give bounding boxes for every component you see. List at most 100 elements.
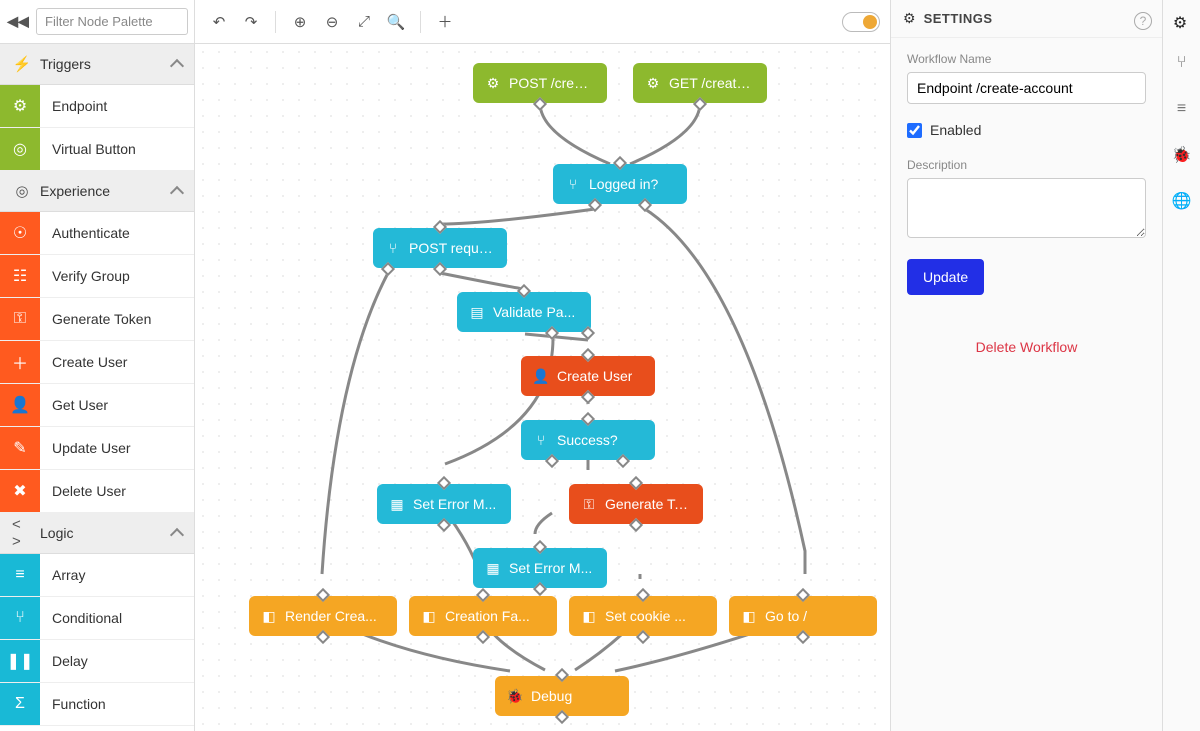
node-create-user[interactable]: 👤 Create User xyxy=(521,356,655,396)
conditional-icon: ⑂ xyxy=(385,240,401,256)
zoom-reset-button[interactable]: 🔍 xyxy=(382,8,410,36)
palette-item-icon: ✎ xyxy=(0,427,40,469)
node-label: Set cookie ... xyxy=(605,608,686,624)
create-user-icon: 👤 xyxy=(533,368,549,384)
add-note-button[interactable]: ＋ xyxy=(431,8,459,36)
workflow-name-input[interactable] xyxy=(907,72,1146,104)
section-label: Triggers xyxy=(40,56,164,72)
palette-item-array[interactable]: ≡Array xyxy=(0,554,194,597)
node-logged-in[interactable]: ⑂ Logged in? xyxy=(553,164,687,204)
rail-globe-icon[interactable]: 🌐 xyxy=(1171,190,1193,212)
palette-item-virtual-button[interactable]: ◎Virtual Button xyxy=(0,128,194,171)
palette-item-create-user[interactable]: ＋Create User xyxy=(0,341,194,384)
palette-item-label: Authenticate xyxy=(40,225,142,241)
palette-item-icon: ⚙ xyxy=(0,85,40,127)
chevron-up-icon xyxy=(170,186,184,200)
canvas-toolbar: ↶ ↷ ⊕ ⊖ ⤢ 🔍 ＋ xyxy=(195,0,890,44)
zoom-in-button[interactable]: ⊕ xyxy=(286,8,314,36)
palette-item-endpoint[interactable]: ⚙Endpoint xyxy=(0,85,194,128)
enabled-checkbox[interactable] xyxy=(907,123,922,138)
palette-item-delay[interactable]: ❚❚Delay xyxy=(0,640,194,683)
reply-icon: ◧ xyxy=(581,608,597,624)
settings-panel: ⚙ SETTINGS ? Workflow Name Enabled Descr… xyxy=(890,0,1162,731)
palette-item-delete-user[interactable]: ✖Delete User xyxy=(0,470,194,513)
palette-item-update-user[interactable]: ✎Update User xyxy=(0,427,194,470)
node-label: Validate Pa... xyxy=(493,304,575,320)
palette-item-label: Create User xyxy=(40,354,139,370)
node-label: GET /create... xyxy=(669,75,755,91)
redo-button[interactable]: ↷ xyxy=(237,8,265,36)
node-label: Generate Token xyxy=(605,496,691,512)
palette-item-get-user[interactable]: 👤Get User xyxy=(0,384,194,427)
section-label: Experience xyxy=(40,183,164,199)
palette-item-authenticate[interactable]: ☉Authenticate xyxy=(0,212,194,255)
zoom-out-button[interactable]: ⊖ xyxy=(318,8,346,36)
node-get-create[interactable]: ⚙ GET /create... xyxy=(633,63,767,103)
palette-item-conditional[interactable]: ⑂Conditional xyxy=(0,597,194,640)
node-set-cookie[interactable]: ◧ Set cookie ... xyxy=(569,596,717,636)
palette-item-icon: ⑂ xyxy=(0,597,40,639)
workflow-name-label: Workflow Name xyxy=(907,52,1146,66)
reply-icon: ◧ xyxy=(421,608,437,624)
palette-item-generate-token[interactable]: ⚿Generate Token xyxy=(0,298,194,341)
palette-item-icon: ＋ xyxy=(0,341,40,383)
rail-settings-icon[interactable]: ⚙ xyxy=(1169,12,1191,34)
validate-icon: ▤ xyxy=(469,304,485,320)
palette-item-verify-group[interactable]: ☷Verify Group xyxy=(0,255,194,298)
reply-icon: ◧ xyxy=(741,608,757,624)
palette-item-icon: ☉ xyxy=(0,212,40,254)
node-generate-token[interactable]: ⚿ Generate Token xyxy=(569,484,703,524)
node-render[interactable]: ◧ Render Crea... xyxy=(249,596,397,636)
collapse-palette-button[interactable]: ◀◀ xyxy=(6,10,30,34)
node-label: Create User xyxy=(557,368,632,384)
delete-workflow-link[interactable]: Delete Workflow xyxy=(907,339,1146,355)
node-success[interactable]: ⑂ Success? xyxy=(521,420,655,460)
node-label: POST request? xyxy=(409,240,495,256)
experience-icon: ◎ xyxy=(12,181,32,201)
palette-item-label: Array xyxy=(40,567,97,583)
rail-storage-icon[interactable]: ≡ xyxy=(1171,98,1193,120)
triggers-icon: ⚡ xyxy=(12,54,32,74)
description-textarea[interactable] xyxy=(907,178,1146,238)
conditional-icon: ⑂ xyxy=(565,176,581,192)
palette-item-label: Verify Group xyxy=(40,268,142,284)
node-creation-fail[interactable]: ◧ Creation Fa... xyxy=(409,596,557,636)
section-triggers[interactable]: ⚡ Triggers xyxy=(0,44,194,85)
help-icon[interactable]: ? xyxy=(1134,12,1152,30)
node-set-error-1[interactable]: ▦ Set Error M... xyxy=(377,484,511,524)
chevron-up-icon xyxy=(170,528,184,542)
node-label: Debug xyxy=(531,688,572,704)
zoom-fit-button[interactable]: ⤢ xyxy=(350,8,378,36)
workflow-canvas[interactable]: ⚙ POST /creat... ⚙ GET /create... ⑂ Logg… xyxy=(195,44,890,731)
palette-item-icon: Σ xyxy=(0,683,40,725)
node-post-request[interactable]: ⑂ POST request? xyxy=(373,228,507,268)
canvas-panel: ↶ ↷ ⊕ ⊖ ⤢ 🔍 ＋ xyxy=(195,0,890,731)
node-post-create[interactable]: ⚙ POST /creat... xyxy=(473,63,607,103)
node-debug[interactable]: 🐞 Debug xyxy=(495,676,629,716)
update-button[interactable]: Update xyxy=(907,259,984,295)
palette-item-icon: ≡ xyxy=(0,554,40,596)
section-logic[interactable]: < > Logic xyxy=(0,513,194,554)
token-icon: ⚿ xyxy=(581,496,597,512)
palette-item-function[interactable]: ΣFunction xyxy=(0,683,194,726)
node-set-error-2[interactable]: ▦ Set Error M... xyxy=(473,548,607,588)
palette-item-label: Conditional xyxy=(40,610,134,626)
rail-versions-icon[interactable]: ⑂ xyxy=(1171,52,1193,74)
palette-item-icon: ⚿ xyxy=(0,298,40,340)
palette-item-label: Delete User xyxy=(40,483,138,499)
node-label: Creation Fa... xyxy=(445,608,530,624)
debug-toggle[interactable] xyxy=(842,12,880,32)
node-validate[interactable]: ▤ Validate Pa... xyxy=(457,292,591,332)
palette-item-label: Get User xyxy=(40,397,120,413)
node-goto[interactable]: ◧ Go to / xyxy=(729,596,877,636)
endpoint-icon: ⚙ xyxy=(485,75,501,91)
enabled-label: Enabled xyxy=(930,122,981,138)
filter-input[interactable] xyxy=(36,8,188,35)
palette-item-label: Update User xyxy=(40,440,143,456)
logic-icon: < > xyxy=(12,523,32,543)
section-experience[interactable]: ◎ Experience xyxy=(0,171,194,212)
undo-button[interactable]: ↶ xyxy=(205,8,233,36)
reply-icon: ◧ xyxy=(261,608,277,624)
enabled-checkbox-row[interactable]: Enabled xyxy=(907,122,1146,138)
rail-debug-icon[interactable]: 🐞 xyxy=(1171,144,1193,166)
